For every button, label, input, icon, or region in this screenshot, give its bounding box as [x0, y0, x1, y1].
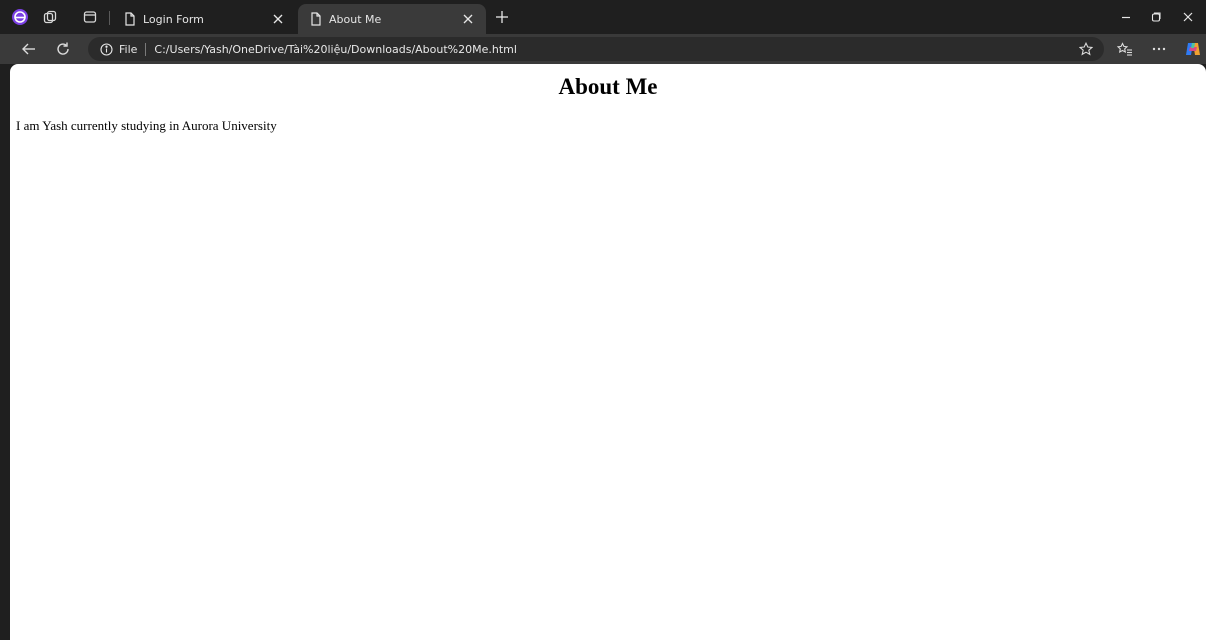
restore-icon[interactable]	[1142, 0, 1170, 34]
workspaces-icon[interactable]	[36, 0, 64, 34]
page-content: About Me I am Yash currently studying in…	[10, 64, 1206, 640]
window-close-icon[interactable]	[1174, 0, 1202, 34]
copilot-icon[interactable]	[1180, 36, 1206, 62]
page-icon	[310, 12, 322, 26]
tab-separator	[109, 11, 110, 25]
tab-title: About Me	[329, 12, 382, 26]
address-bar[interactable]: File C:/Users/Yash/OneDrive/Tài%20liệu/D…	[88, 37, 1104, 61]
edge-profile-icon[interactable]	[6, 0, 34, 34]
tab-actions-icon[interactable]	[76, 0, 104, 34]
close-icon[interactable]	[460, 11, 476, 27]
tab-strip: Login Form About Me	[0, 0, 1206, 34]
new-tab-icon[interactable]	[488, 0, 516, 34]
page-paragraph: I am Yash currently studying in Aurora U…	[16, 118, 277, 133]
navigation-toolbar: File C:/Users/Yash/OneDrive/Tài%20liệu/D…	[0, 34, 1206, 64]
page-title: About Me	[558, 74, 658, 99]
address-divider	[145, 42, 147, 56]
more-icon[interactable]	[1146, 36, 1172, 62]
refresh-icon[interactable]	[50, 36, 76, 62]
favorites-icon[interactable]	[1112, 36, 1138, 62]
minimize-icon[interactable]	[1112, 0, 1140, 34]
page-icon	[124, 12, 136, 26]
favorite-star-icon[interactable]	[1078, 41, 1094, 57]
url-text[interactable]: C:/Users/Yash/OneDrive/Tài%20liệu/Downlo…	[154, 43, 517, 56]
info-icon[interactable]	[100, 42, 113, 56]
file-scheme-label: File	[119, 42, 138, 56]
tab-about-me[interactable]: About Me	[298, 4, 486, 34]
back-icon[interactable]	[16, 36, 42, 62]
tab-title: Login Form	[143, 12, 204, 26]
tab-login-form[interactable]: Login Form	[112, 4, 296, 34]
close-icon[interactable]	[270, 11, 286, 27]
